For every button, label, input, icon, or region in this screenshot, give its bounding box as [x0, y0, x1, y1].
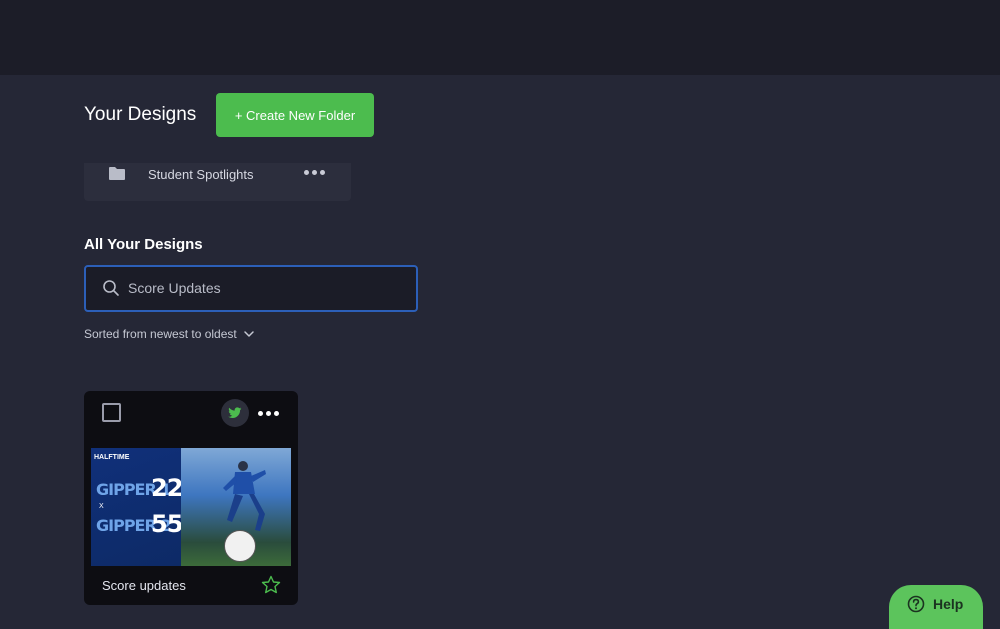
search-icon [103, 280, 119, 296]
design-card[interactable]: HALFTIME GIPPER 1 X GIPPER 2 22 55 Score… [84, 391, 298, 605]
soccer-player-image [223, 461, 266, 531]
sort-dropdown[interactable]: Sorted from newest to oldest [84, 327, 255, 341]
design-select-checkbox[interactable] [102, 403, 121, 422]
folder-name: Student Spotlights [148, 167, 254, 182]
thumbnail-badge: HALFTIME [94, 454, 130, 461]
search-input[interactable] [128, 275, 398, 301]
chevron-down-icon [244, 331, 254, 337]
thumbnail-score1: 22 [151, 474, 183, 502]
page-title: Your Designs [84, 104, 197, 125]
thumbnail-score-panel: HALFTIME GIPPER 1 X GIPPER 2 22 55 [91, 448, 183, 566]
sort-label: Sorted from newest to oldest [84, 327, 237, 341]
thumbnail-score2: 55 [151, 510, 183, 538]
soccer-ball-image [224, 530, 256, 562]
top-bar [0, 0, 1000, 75]
thumbnail-vs: X [99, 503, 104, 510]
design-thumbnail[interactable]: HALFTIME GIPPER 1 X GIPPER 2 22 55 [91, 448, 291, 566]
design-name: Score updates [102, 578, 186, 593]
search-box[interactable] [84, 265, 418, 312]
question-circle-icon [907, 595, 925, 613]
folder-item[interactable]: Student Spotlights [84, 163, 351, 201]
twitter-icon [221, 399, 249, 427]
all-designs-title: All Your Designs [84, 236, 203, 253]
folder-more-options-icon[interactable] [304, 164, 330, 182]
design-more-options-icon[interactable] [258, 405, 284, 423]
help-label: Help [933, 596, 964, 612]
favorite-star-icon[interactable] [261, 575, 281, 595]
twitter-bird-icon [228, 407, 242, 418]
create-new-folder-button[interactable]: + Create New Folder [216, 93, 374, 137]
folder-icon [109, 167, 125, 180]
help-button[interactable]: Help [889, 585, 983, 629]
